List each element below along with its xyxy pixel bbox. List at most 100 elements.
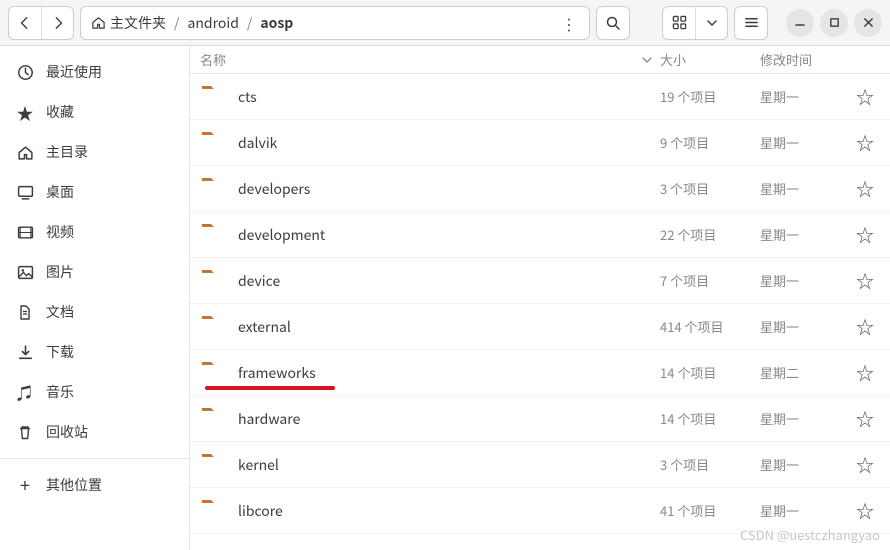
star-button[interactable]: ☆ [850,498,880,524]
folder-row[interactable]: external414 个项目星期一☆ [190,304,890,350]
nav-buttons [8,6,74,40]
search-button[interactable] [596,6,630,40]
folder-modified: 星期一 [760,317,850,336]
breadcrumb-segment-current[interactable]: aosp [256,11,297,35]
folder-size: 22 个项目 [660,225,760,244]
path-bar[interactable]: 主文件夹 / android / aosp ⋮ [80,6,590,40]
star-button[interactable]: ☆ [850,406,880,432]
sidebar-item-document[interactable]: 文档 [0,292,189,332]
sidebar-item-trash[interactable]: 回收站 [0,412,189,452]
view-switcher [662,6,728,40]
breadcrumb-sep: / [174,13,180,33]
sidebar-item-label: 主目录 [46,142,88,162]
folder-row[interactable]: dalvik9 个项目星期一☆ [190,120,890,166]
window-close-button[interactable] [854,9,882,37]
folder-row[interactable]: development22 个项目星期一☆ [190,212,890,258]
hamburger-menu-button[interactable] [734,6,768,40]
column-header-modified[interactable]: 修改时间 [760,50,850,69]
breadcrumb-segment-label: android [188,13,239,33]
folder-name: cts [238,87,660,107]
sidebar-item-desktop[interactable]: 桌面 [0,172,189,212]
sidebar-item-label: 其他位置 [46,475,102,495]
star-button[interactable]: ☆ [850,360,880,386]
sidebar: 最近使用 ★收藏主目录桌面视频图片文档下载 ♫ 音乐回收站 + 其他位置 [0,46,190,550]
window-minimize-button[interactable] [786,9,814,37]
star-button[interactable]: ☆ [850,314,880,340]
folder-row[interactable]: cts19 个项目星期一☆ [190,74,890,120]
sidebar-item-image[interactable]: 图片 [0,252,189,292]
sidebar-item-label: 音乐 [46,382,74,402]
folder-icon [200,313,230,341]
sidebar-item-music[interactable]: ♫ 音乐 [0,372,189,412]
desktop-icon [16,184,34,201]
folder-icon [200,267,230,295]
column-header-size[interactable]: 大小 [660,50,760,69]
column-header-name[interactable]: 名称 [200,50,660,69]
music-icon: ♫ [16,384,34,400]
path-more-button[interactable]: ⋮ [555,11,583,35]
minimize-icon [794,17,806,29]
folder-modified: 星期一 [760,87,850,106]
view-dropdown-button[interactable] [695,7,727,39]
file-list: cts19 个项目星期一☆dalvik9 个项目星期一☆developers3 … [190,74,890,550]
folder-modified: 星期一 [760,455,850,474]
sidebar-item-clock[interactable]: 最近使用 [0,52,189,92]
folder-row[interactable]: libcore41 个项目星期一☆ [190,488,890,534]
sidebar-item-label: 桌面 [46,182,74,202]
sidebar-item-label: 下载 [46,342,74,362]
folder-size: 9 个项目 [660,133,760,152]
sidebar-item-label: 最近使用 [46,62,102,82]
folder-size: 3 个项目 [660,455,760,474]
image-icon [16,264,34,281]
grid-icon [672,15,687,30]
folder-icon [200,359,230,387]
star-button[interactable]: ☆ [850,130,880,156]
folder-modified: 星期一 [760,409,850,428]
sidebar-item-home[interactable]: 主目录 [0,132,189,172]
folder-name: external [238,317,660,337]
breadcrumb-home-label: 主文件夹 [110,13,166,33]
folder-size: 3 个项目 [660,179,760,198]
folder-icon [200,221,230,249]
search-icon [605,15,621,31]
sidebar-item-download[interactable]: 下载 [0,332,189,372]
breadcrumb-segment[interactable]: android [184,11,243,35]
sidebar-item-video[interactable]: 视频 [0,212,189,252]
sidebar-item-label: 图片 [46,262,74,282]
highlight-underline [205,386,335,390]
document-icon [16,304,34,321]
folder-row[interactable]: developers3 个项目星期一☆ [190,166,890,212]
breadcrumb-home[interactable]: 主文件夹 [87,11,170,35]
column-headers: 名称 大小 修改时间 [190,46,890,74]
chevron-right-icon [51,16,65,30]
star-button[interactable]: ☆ [850,176,880,202]
plus-icon: + [16,476,34,494]
folder-modified: 星期一 [760,179,850,198]
folder-row[interactable]: device7 个项目星期一☆ [190,258,890,304]
chevron-left-icon [18,16,32,30]
folder-row[interactable]: hardware14 个项目星期一☆ [190,396,890,442]
star-button[interactable]: ☆ [850,222,880,248]
sidebar-item-other-locations[interactable]: + 其他位置 [0,465,189,505]
clock-icon [16,64,34,81]
breadcrumb-segment-label: aosp [260,13,293,33]
folder-size: 41 个项目 [660,501,760,520]
nav-forward-button[interactable] [41,7,73,39]
folder-row[interactable]: frameworks14 个项目星期二☆ [190,350,890,396]
close-icon [863,17,874,28]
folder-size: 14 个项目 [660,363,760,382]
nav-back-button[interactable] [9,7,41,39]
star-button[interactable]: ☆ [850,84,880,110]
star-icon: ★ [16,104,34,121]
star-button[interactable]: ☆ [850,268,880,294]
folder-row[interactable]: kernel3 个项目星期一☆ [190,442,890,488]
icon-view-button[interactable] [663,7,695,39]
folder-modified: 星期一 [760,133,850,152]
star-button[interactable]: ☆ [850,452,880,478]
folder-icon [200,83,230,111]
sidebar-item-star[interactable]: ★收藏 [0,92,189,132]
folder-size: 414 个项目 [660,317,760,336]
window-maximize-button[interactable] [820,9,848,37]
folder-size: 14 个项目 [660,409,760,428]
menu-icon [744,15,759,30]
